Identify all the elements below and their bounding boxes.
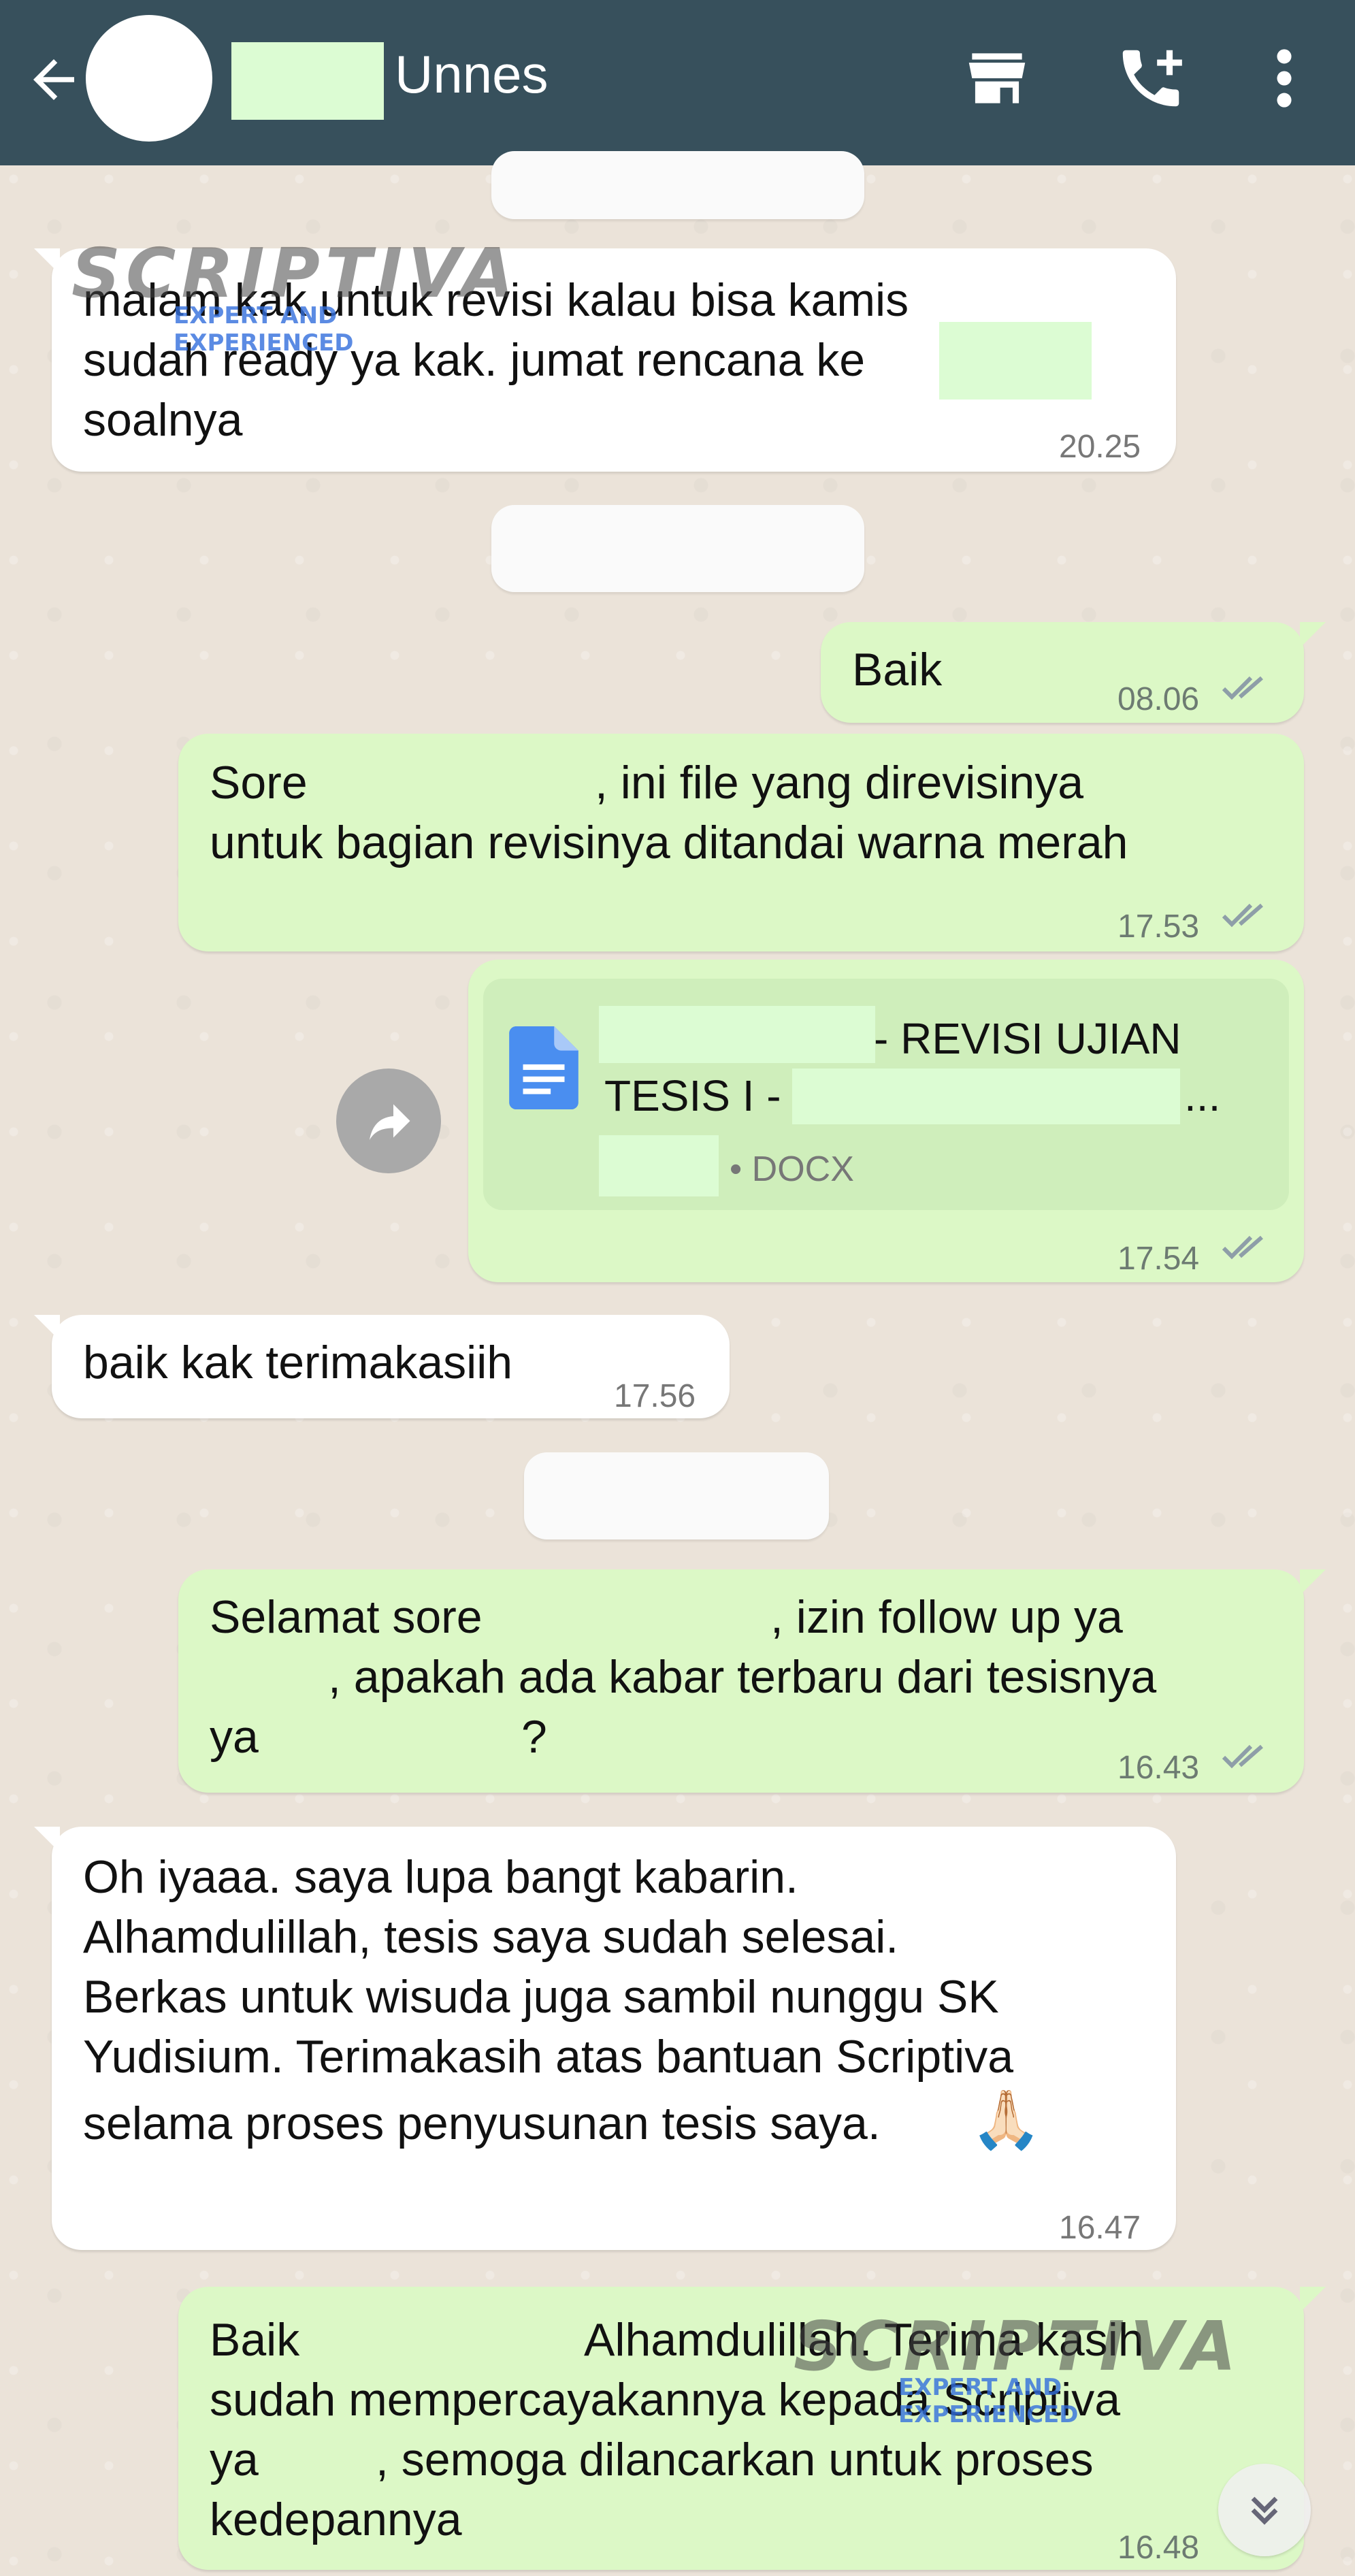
- message-text: ya: [210, 2434, 259, 2485]
- message-text: Yudisium. Terimakasih atas bantuan Scrip…: [83, 2031, 1014, 2083]
- message-text: Alhamdulillah, tesis saya sudah selesai.: [83, 1911, 899, 1963]
- pray-emoji: 🙏🏻: [970, 2087, 1042, 2151]
- bubble-tail: [1300, 622, 1326, 648]
- message-text: , ini file yang direvisinya: [595, 757, 1084, 809]
- redaction: [599, 1006, 875, 1063]
- watermark-logo: SCRIPTIVA EXPERT AND EXPERIENCED: [71, 233, 520, 357]
- document-name: - REVISI UJIAN: [874, 1014, 1181, 1063]
- message-text: , izin follow up ya: [770, 1591, 1123, 1643]
- message-outgoing-document[interactable]: - REVISI UJIAN TESIS I - ... • DOCX 17.5…: [468, 960, 1304, 1282]
- message-text: ya: [210, 1711, 259, 1763]
- add-call-icon[interactable]: [1113, 41, 1188, 116]
- double-chevron-down-icon: [1251, 2496, 1278, 2525]
- avatar[interactable]: [86, 15, 212, 142]
- bubble-tail: [34, 248, 60, 274]
- more-vert-icon[interactable]: [1267, 41, 1301, 116]
- message-text: soalnya: [83, 394, 243, 446]
- message-incoming[interactable]: baik kak terimakasiih 17.56: [52, 1315, 730, 1418]
- message-text: Berkas untuk wisuda juga sambil nunggu S…: [83, 1971, 999, 2023]
- document-name: ...: [1184, 1071, 1221, 1120]
- forward-icon: [370, 1104, 410, 1140]
- date-separator: [524, 1452, 829, 1539]
- arrow-back-icon[interactable]: [23, 49, 84, 110]
- message-outgoing[interactable]: Sore , ini file yang direvisinya untuk b…: [178, 734, 1304, 951]
- message-time: 08.06: [1117, 681, 1200, 717]
- message-incoming[interactable]: Oh iyaaa. saya lupa bangt kabarin. Alham…: [52, 1827, 1176, 2250]
- store-icon[interactable]: [960, 41, 1034, 116]
- message-time: 17.56: [614, 1378, 696, 1414]
- message-text: , apakah ada kabar terbaru dari tesisnya: [328, 1651, 1157, 1703]
- message-time: 16.43: [1117, 1750, 1200, 1786]
- forward-button[interactable]: [336, 1069, 441, 1173]
- bubble-tail: [1300, 2287, 1326, 2313]
- document-name: TESIS I -: [604, 1071, 781, 1120]
- date-separator: [491, 151, 864, 219]
- message-text: kedepannya: [210, 2494, 462, 2545]
- read-ticks-icon: [1222, 903, 1263, 928]
- redaction: [599, 1135, 719, 1196]
- document-icon: [509, 1026, 578, 1109]
- bubble-tail: [1300, 1569, 1326, 1595]
- message-text: untuk bagian revisinya ditandai warna me…: [210, 817, 1128, 868]
- read-ticks-icon: [1222, 1744, 1263, 1769]
- message-text: , semoga dilancarkan untuk proses: [376, 2434, 1094, 2485]
- redaction: [939, 322, 1092, 400]
- message-text: ?: [521, 1711, 547, 1763]
- message-time: 17.54: [1117, 1241, 1200, 1277]
- document-card[interactable]: - REVISI UJIAN TESIS I - ... • DOCX: [483, 979, 1289, 1210]
- bubble-tail: [34, 1315, 60, 1341]
- date-separator: [491, 505, 864, 592]
- message-text: Baik: [210, 2314, 300, 2366]
- read-ticks-icon: [1222, 1235, 1263, 1260]
- read-ticks-icon: [1222, 676, 1263, 700]
- scroll-to-bottom-button[interactable]: [1218, 2464, 1311, 2556]
- message-text: selama proses penyusunan tesis saya.: [83, 2098, 881, 2149]
- chat-header: Unnes: [0, 0, 1355, 165]
- message-outgoing[interactable]: Selamat sore , izin follow up ya , apaka…: [178, 1569, 1304, 1793]
- message-time: 17.53: [1117, 909, 1200, 945]
- contact-name[interactable]: Unnes: [395, 44, 548, 105]
- message-text: Sore: [210, 757, 308, 809]
- message-time: 20.25: [1059, 429, 1141, 465]
- message-time: 16.47: [1059, 2210, 1141, 2246]
- message-text: Baik: [852, 644, 943, 696]
- watermark-logo: SCRIPTIVA EXPERT AND EXPERIENCED: [794, 2306, 1242, 2429]
- message-text: baik kak terimakasiih: [83, 1337, 513, 1388]
- message-text: Oh iyaaa. saya lupa bangt kabarin.: [83, 1851, 798, 1903]
- message-time: 16.48: [1117, 2530, 1200, 2566]
- message-text: Selamat sore: [210, 1591, 483, 1643]
- name-redaction: [231, 42, 384, 120]
- message-outgoing[interactable]: Baik 08.06: [821, 622, 1304, 723]
- bubble-tail: [34, 1827, 60, 1853]
- redaction: [792, 1069, 1180, 1124]
- document-type: • DOCX: [730, 1150, 854, 1189]
